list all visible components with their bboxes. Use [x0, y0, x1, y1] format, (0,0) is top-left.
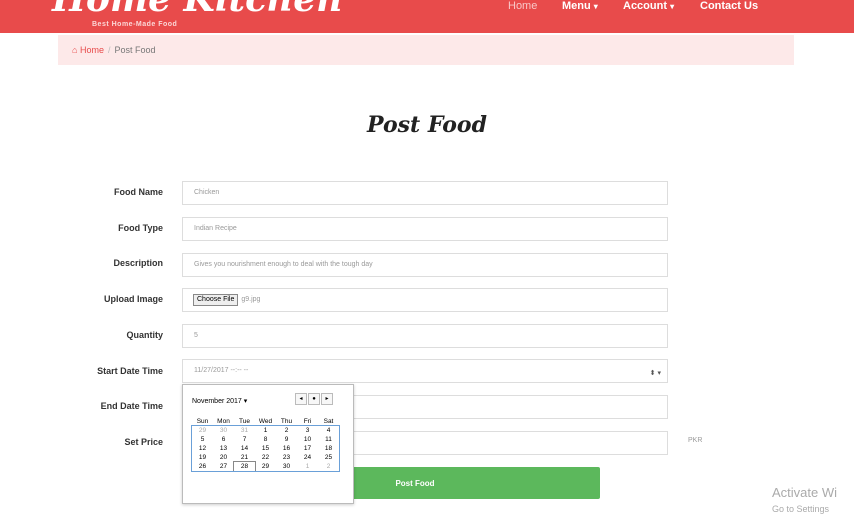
date-picker-popup: November 2017 ▾ ◂ ● ▸ Sun Mon Tue Wed Thu Fri Sa…	[182, 384, 354, 504]
chevron-down-icon: ▾	[670, 2, 675, 11]
calendar-day[interactable]: 5	[192, 435, 213, 444]
calendar-day[interactable]: 1	[297, 462, 318, 471]
description-input[interactable]: Gives you nourishment enough to deal wit…	[182, 253, 668, 277]
nav-account-label: Account	[623, 0, 667, 12]
calendar-day[interactable]: 31	[234, 426, 255, 435]
quantity-label: Quantity	[126, 330, 163, 340]
calendar-day[interactable]: 28	[233, 461, 256, 472]
start-date-time-label: Start Date Time	[97, 366, 163, 376]
upload-image-field: Choose File g9.jpg	[182, 288, 668, 312]
calendar-month-label: November 2017	[192, 398, 242, 405]
weekday-header: Tue	[239, 418, 250, 425]
nav-home[interactable]: Home	[508, 0, 537, 14]
today-button[interactable]: ●	[308, 393, 320, 405]
food-name-input[interactable]: Chicken	[182, 181, 668, 205]
calendar-day[interactable]: 30	[276, 462, 297, 471]
calendar-day[interactable]: 26	[192, 462, 213, 471]
price-unit: PKR	[688, 437, 703, 444]
breadcrumb-home[interactable]: ⌂ Home	[72, 45, 104, 55]
nav-account[interactable]: Account ▾	[623, 0, 674, 14]
next-month-button[interactable]: ▸	[321, 393, 333, 405]
set-price-label: Set Price	[124, 437, 163, 447]
calendar-day[interactable]: 2	[318, 462, 339, 471]
weekday-header: Sun	[196, 418, 209, 425]
previous-month-button[interactable]: ◂	[295, 393, 307, 405]
calendar-day[interactable]: 11	[318, 435, 339, 444]
calendar-day[interactable]: 23	[276, 453, 297, 462]
home-icon: ⌂	[72, 45, 78, 55]
calendar-day[interactable]: 22	[255, 453, 276, 462]
header-bar: Home Kitchen Best Home-Made Food Home Me…	[0, 0, 854, 33]
calendar-grid: Sun Mon Tue Wed Thu Fri Sat 29 30 31 1 2 3 4 5 6 7 8 9 10 1…	[191, 417, 340, 472]
upload-image-label: Upload Image	[103, 294, 163, 304]
breadcrumb-separator: /	[107, 45, 111, 55]
calendar-day[interactable]: 4	[318, 426, 339, 435]
start-date-time-value: 11/27/2017 --:-- --	[194, 367, 249, 374]
calendar-day[interactable]: 7	[234, 435, 255, 444]
calendar-day[interactable]: 20	[213, 453, 234, 462]
calendar-day[interactable]: 16	[276, 444, 297, 453]
calendar-day[interactable]: 9	[276, 435, 297, 444]
choose-file-button[interactable]: Choose File	[193, 294, 239, 306]
calendar-day[interactable]: 13	[213, 444, 234, 453]
end-date-time-label: End Date Time	[100, 401, 163, 411]
weekday-header: Fri	[303, 418, 312, 425]
calendar-day[interactable]: 2	[276, 426, 297, 435]
activation-watermark-sub: Go to Settings	[772, 504, 830, 514]
calendar-day[interactable]: 18	[318, 444, 339, 453]
calendar-day[interactable]: 29	[255, 462, 276, 471]
calendar-day[interactable]: 17	[297, 444, 318, 453]
nav-menu-label: Menu	[562, 0, 591, 12]
calendar-day[interactable]: 29	[192, 426, 213, 435]
nav-home-label: Home	[508, 0, 538, 12]
chevron-down-icon: ▾	[243, 398, 248, 405]
calendar-nav: ◂ ● ▸	[294, 393, 333, 405]
calendar-day[interactable]: 3	[297, 426, 318, 435]
calendar-day[interactable]: 10	[297, 435, 318, 444]
food-type-label: Food Type	[118, 223, 163, 233]
calendar-day[interactable]: 15	[255, 444, 276, 453]
start-date-time-input[interactable]: 11/27/2017 --:-- -- ⬍ ▾	[182, 359, 668, 383]
nav-menu[interactable]: Menu ▾	[562, 0, 598, 14]
spinner-icon[interactable]: ⬍ ▾	[650, 363, 661, 385]
calendar-day[interactable]: 21	[234, 453, 255, 462]
calendar-day[interactable]: 27	[213, 462, 234, 471]
description-label: Description	[113, 258, 163, 268]
site-tagline: Best Home-Made Food	[92, 21, 178, 28]
nav-contact[interactable]: Contact Us	[700, 0, 758, 14]
page-title: Post Food	[367, 112, 487, 138]
calendar-day[interactable]: 24	[297, 453, 318, 462]
quantity-input[interactable]: 5	[182, 324, 668, 348]
file-name: g9.jpg	[241, 296, 261, 303]
weekday-header: Thu	[280, 418, 293, 425]
weekday-header: Wed	[258, 418, 273, 425]
food-type-input[interactable]: Indian Recipe	[182, 217, 668, 241]
weekday-header: Sat	[323, 418, 334, 425]
calendar-day[interactable]: 1	[255, 426, 276, 435]
activation-watermark: Activate Wi	[772, 485, 838, 500]
calendar-day[interactable]: 25	[318, 453, 339, 462]
site-logo[interactable]: Home Kitchen	[52, 0, 342, 20]
calendar-day[interactable]: 12	[192, 444, 213, 453]
calendar-day[interactable]: 19	[192, 453, 213, 462]
breadcrumb: ⌂ Home / Post Food	[58, 35, 794, 65]
breadcrumb-current: Post Food	[114, 45, 156, 55]
food-name-label: Food Name	[113, 187, 163, 197]
chevron-down-icon: ▾	[593, 2, 598, 11]
weekday-header: Mon	[217, 418, 230, 425]
breadcrumb-home-label: Home	[79, 45, 104, 55]
calendar-month-select[interactable]: November 2017 ▾	[192, 397, 247, 405]
calendar-day[interactable]: 30	[213, 426, 234, 435]
calendar-day[interactable]: 8	[255, 435, 276, 444]
nav-contact-label: Contact Us	[700, 0, 759, 12]
calendar-day[interactable]: 14	[234, 444, 255, 453]
calendar-day[interactable]: 6	[213, 435, 234, 444]
